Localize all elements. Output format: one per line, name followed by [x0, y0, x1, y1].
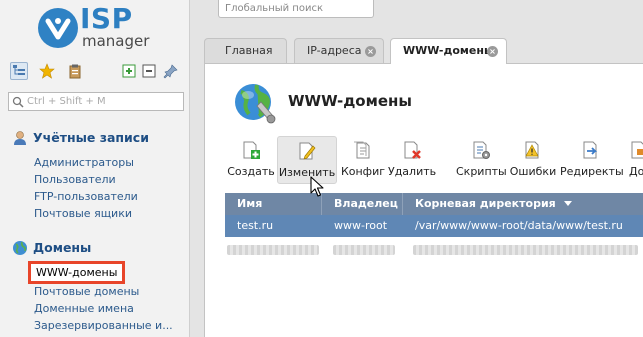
cell-owner: www-root: [334, 219, 388, 232]
sidebar: ISP manager Учётные записи Администратор…: [0, 0, 190, 337]
sidebar-item-www-domains[interactable]: WWW-домены: [28, 261, 126, 284]
clipboard-icon[interactable]: [66, 62, 84, 80]
sidebar-item-mail-domains[interactable]: Почтовые домены: [34, 285, 139, 300]
delete-button[interactable]: Удалить: [388, 136, 436, 184]
user-accounts-icon: [14, 131, 26, 145]
errors-button[interactable]: Ошибки: [509, 136, 557, 184]
scripts-button[interactable]: Скрипты: [456, 136, 507, 184]
redirects-button[interactable]: Редиректы: [560, 136, 624, 184]
logo-subtitle: manager: [82, 32, 150, 50]
tab-ip-addresses-label: IP-адреса: [307, 44, 362, 57]
expand-all-icon[interactable]: [120, 62, 138, 80]
more-icon: [631, 141, 643, 159]
column-owner[interactable]: Владелец: [322, 193, 403, 215]
redacted-block: [413, 245, 638, 255]
redirects-icon: [583, 141, 598, 159]
menu-filter[interactable]: [8, 92, 184, 111]
config-icon: [354, 141, 370, 159]
redirects-label: Редиректы: [560, 165, 624, 178]
sidebar-item-users[interactable]: Пользователи: [34, 173, 116, 188]
menu-filter-input[interactable]: [27, 94, 177, 109]
logo[interactable]: ISP manager: [38, 4, 158, 52]
edit-icon: [299, 142, 316, 160]
section-accounts-title: Учётные записи: [33, 130, 149, 145]
config-label: Конфиг: [340, 165, 386, 178]
more-button[interactable]: До: [625, 136, 643, 184]
sidebar-item-reserved[interactable]: Зарезервированные и...: [34, 319, 173, 334]
config-button[interactable]: Конфиг: [340, 136, 386, 184]
www-domains-globe-icon: [235, 84, 276, 124]
section-domains[interactable]: Домены: [12, 239, 182, 257]
tree-view-icon[interactable]: [10, 62, 28, 80]
search-icon: [12, 96, 24, 108]
section-domains-title: Домены: [33, 240, 92, 255]
sidebar-item-mailboxes[interactable]: Почтовые ящики: [34, 207, 132, 222]
favorites-star-icon[interactable]: [38, 62, 56, 80]
collapse-all-icon[interactable]: [140, 62, 158, 80]
column-root-directory-label: Корневая директория: [415, 197, 556, 210]
table-row[interactable]: test.ru www-root /var/www/www-root/data/…: [225, 215, 643, 237]
create-label: Создать: [227, 165, 275, 178]
tab-home[interactable]: Главная: [204, 38, 287, 63]
sidebar-item-administrators[interactable]: Администраторы: [34, 156, 134, 171]
tab-ip-addresses[interactable]: IP-адреса ×: [294, 38, 384, 63]
isp-logo-icon: [38, 8, 78, 48]
pin-icon[interactable]: [162, 62, 180, 80]
global-search-input[interactable]: [225, 1, 365, 16]
tab-www-domains[interactable]: WWW-домены ×: [390, 38, 507, 64]
edit-button[interactable]: Изменить: [277, 136, 337, 184]
cell-name: test.ru: [237, 219, 274, 232]
cell-root-directory: /var/www/www-root/data/www/test.ru: [415, 219, 623, 232]
edit-label: Изменить: [278, 166, 336, 179]
global-search[interactable]: [218, 0, 374, 18]
delete-label: Удалить: [388, 165, 437, 178]
close-icon[interactable]: ×: [365, 46, 376, 57]
column-name[interactable]: Имя: [225, 193, 322, 215]
logo-title: ISP: [80, 2, 133, 35]
sort-desc-icon: [563, 201, 572, 206]
page-title: WWW-домены: [288, 92, 412, 110]
tab-home-label: Главная: [225, 44, 273, 57]
create-icon: [243, 141, 260, 159]
scripts-label: Скрипты: [456, 165, 507, 178]
delete-icon: [404, 141, 421, 159]
errors-label: Ошибки: [509, 165, 557, 178]
sidebar-item-ftp-users[interactable]: FTP-пользователи: [34, 190, 138, 205]
redacted-block: [333, 245, 395, 255]
column-root-directory[interactable]: Корневая директория: [403, 193, 643, 215]
errors-icon: [525, 141, 539, 159]
section-accounts[interactable]: Учётные записи: [12, 129, 182, 147]
more-label: До: [629, 165, 643, 178]
mouse-pointer-icon: [310, 176, 324, 197]
table-row-obscured[interactable]: [225, 237, 643, 259]
table-header: Имя Владелец Корневая директория: [225, 193, 643, 215]
redacted-block: [227, 245, 319, 255]
scripts-icon: [473, 141, 490, 159]
globe-icon: [13, 241, 27, 255]
sidebar-toolbar: [8, 62, 184, 84]
tab-www-domains-label: WWW-домены: [403, 44, 494, 57]
sidebar-item-domain-names[interactable]: Доменные имена: [34, 302, 134, 317]
create-button[interactable]: Создать: [226, 136, 276, 184]
close-icon[interactable]: ×: [487, 46, 498, 57]
